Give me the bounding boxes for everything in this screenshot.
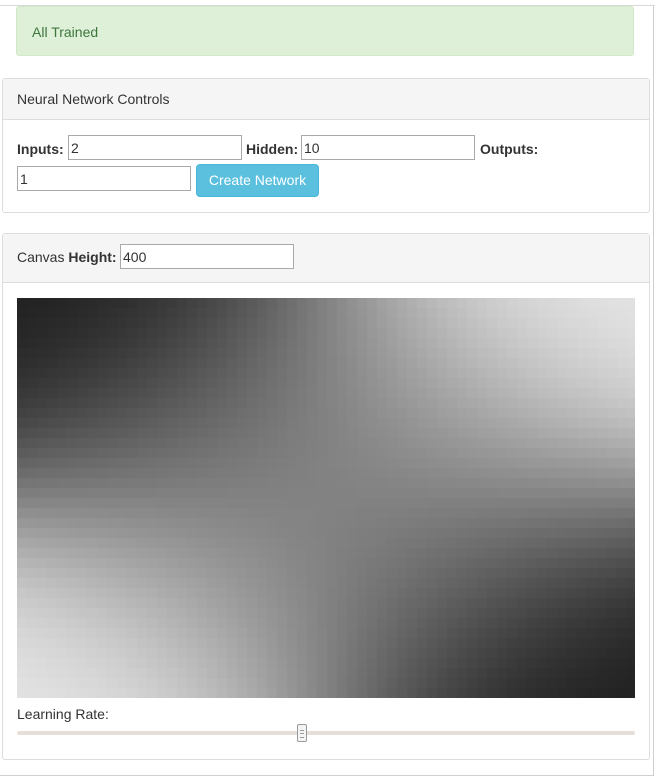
- learning-rate-slider-track[interactable]: [17, 731, 635, 735]
- outputs-field[interactable]: [17, 166, 191, 191]
- status-message: All Trained: [32, 24, 99, 40]
- canvas-panel: Canvas Height: Learning Rate:: [2, 233, 650, 760]
- output-canvas[interactable]: [17, 298, 635, 698]
- inputs-field[interactable]: [68, 135, 242, 160]
- create-network-button[interactable]: Create Network: [196, 164, 319, 197]
- network-output-canvas[interactable]: [17, 298, 635, 698]
- outputs-label: Outputs:: [480, 141, 539, 157]
- canvas-panel-heading: Canvas Height:: [3, 234, 649, 283]
- app-frame: All Trained Neural Network Controls Inpu…: [0, 0, 655, 776]
- hidden-label: Hidden:: [246, 141, 299, 157]
- network-controls-heading: Neural Network Controls: [3, 79, 649, 120]
- inputs-label: Inputs:: [17, 141, 64, 157]
- hidden-field[interactable]: [301, 135, 475, 160]
- learning-rate-slider-thumb[interactable]: [296, 724, 307, 742]
- network-controls-panel: Neural Network Controls Inputs: Hidden: …: [2, 78, 650, 213]
- learning-rate-label: Learning Rate:: [17, 706, 109, 722]
- canvas-height-label: Height:: [68, 249, 117, 265]
- canvas-height-field[interactable]: [120, 244, 294, 269]
- status-alert: All Trained: [16, 6, 634, 56]
- canvas-height-label-prefix: Canvas: [17, 249, 65, 265]
